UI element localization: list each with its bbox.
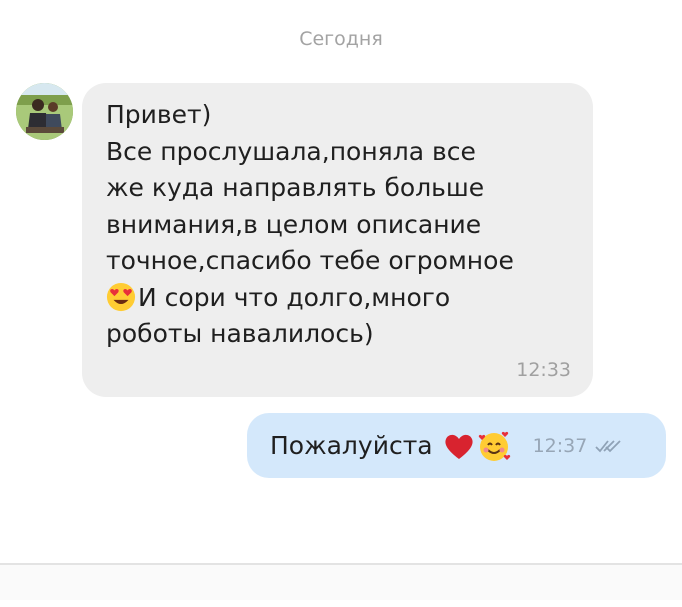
message-line: И сори что долго,много	[138, 282, 451, 312]
incoming-message-text: Привет) Все прослушала,поняла все же куд…	[106, 97, 573, 353]
outgoing-message-bubble[interactable]: Пожалуйста 12:37	[247, 413, 666, 478]
double-check-icon	[595, 439, 621, 452]
smiling-face-with-hearts-emoji-icon	[478, 431, 510, 461]
message-input[interactable]	[36, 587, 636, 607]
message-timestamp: 12:37	[532, 434, 588, 457]
message-line: точное,спасибо тебе огромное	[106, 246, 514, 275]
message-composer[interactable]	[0, 563, 682, 600]
red-heart-emoji-icon	[445, 434, 473, 459]
avatar[interactable]	[16, 83, 73, 140]
message-line-with-emoji: И сори что долго,много	[106, 280, 573, 317]
avatar-photo-icon	[16, 83, 73, 140]
outgoing-message-text: Пожалуйста	[270, 431, 433, 460]
message-line: роботы навалилось)	[106, 319, 374, 348]
message-line: Привет)	[106, 100, 212, 129]
incoming-message-bubble[interactable]: Привет) Все прослушала,поняла все же куд…	[82, 83, 593, 397]
message-line: же куда направлять больше	[106, 173, 485, 202]
chat-area[interactable]: Сегодня Привет) Все прослушала,поняла вс…	[0, 0, 682, 563]
date-separator: Сегодня	[299, 28, 383, 50]
message-timestamp: 12:33	[516, 359, 571, 381]
message-line: внимания,в целом описание	[106, 209, 482, 239]
message-line: Все прослушала,поняла все	[106, 136, 476, 166]
heart-eyes-emoji-icon	[106, 282, 136, 311]
